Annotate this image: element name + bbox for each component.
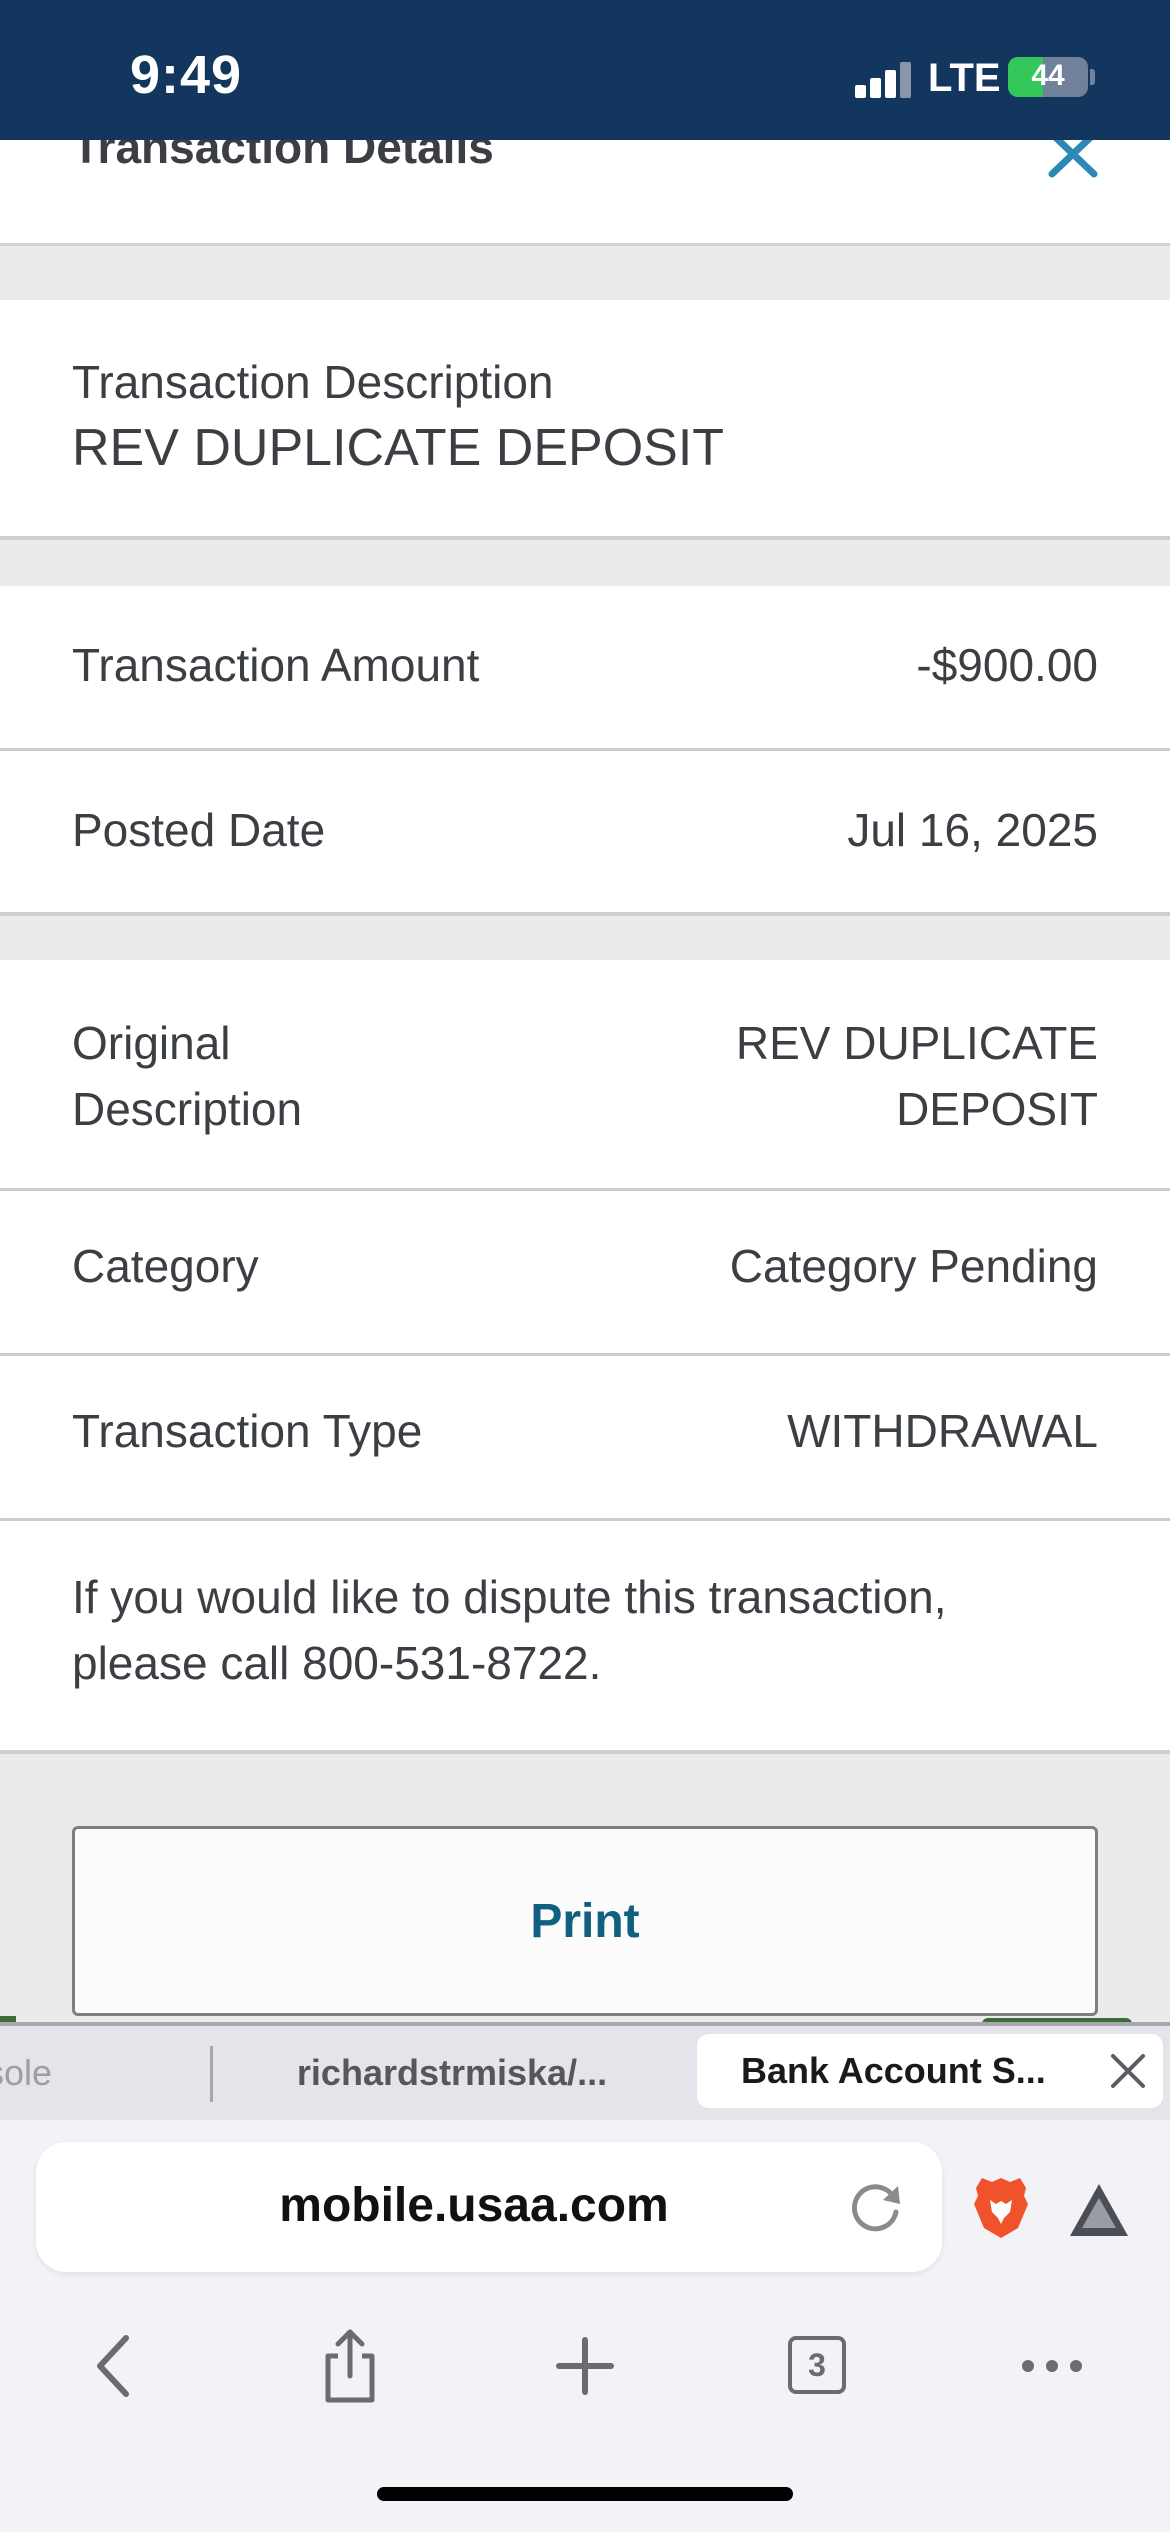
status-time: 9:49: [130, 45, 243, 105]
original-description-label-line1: Original: [72, 1017, 231, 1069]
posted-date-value: Jul 16, 2025: [847, 804, 1098, 856]
brave-rewards-button[interactable]: [1066, 2180, 1132, 2240]
row-divider: [0, 1518, 1170, 1521]
share-icon: [325, 2329, 375, 2403]
home-indicator[interactable]: [377, 2487, 793, 2501]
print-button[interactable]: Print: [72, 1826, 1098, 2016]
browser-tab[interactable]: richardstrmiska/...: [212, 2026, 692, 2120]
original-description-label-line2: Description: [72, 1083, 303, 1135]
back-button[interactable]: [76, 2326, 156, 2406]
page-title: Transaction Details: [72, 140, 494, 173]
close-button[interactable]: [1044, 140, 1104, 190]
browser-tab-label: Bank Account S...: [741, 2050, 1046, 2091]
reload-button[interactable]: [846, 2176, 906, 2236]
more-menu-button[interactable]: [1012, 2326, 1092, 2406]
browser-tab-active[interactable]: Bank Account S...: [697, 2034, 1163, 2108]
transaction-amount-row: Transaction Amount -$900.00: [0, 586, 1170, 748]
transaction-details-header: Transaction Details: [0, 140, 1170, 246]
tab-switcher-button[interactable]: 3: [778, 2326, 858, 2406]
ellipsis-icon: [1022, 2360, 1082, 2372]
tab-count: 3: [788, 2336, 846, 2394]
browser-tab-label: sole: [0, 2052, 53, 2093]
original-description-value-line1: REV DUPLICATE: [735, 1017, 1098, 1069]
category-value: Category Pending: [729, 1240, 1098, 1292]
plus-icon: [556, 2337, 614, 2395]
transaction-amount-value: -$900.00: [916, 639, 1098, 691]
battery-level: 44: [1031, 59, 1065, 92]
reload-icon: [851, 2184, 900, 2232]
close-tab-icon: [1111, 2054, 1145, 2088]
status-bar: 9:49 LTE 44: [0, 0, 1170, 140]
posted-date-row: Posted Date Jul 16, 2025: [0, 751, 1170, 912]
brave-lion-icon: [974, 2178, 1028, 2238]
dispute-notice: If you would like to dispute this transa…: [72, 1564, 1112, 1696]
share-button[interactable]: [310, 2326, 390, 2406]
close-icon: [1048, 140, 1098, 178]
dispute-notice-line1: If you would like to dispute this transa…: [72, 1571, 947, 1623]
browser-toolbar: mobile.usaa.com 3: [0, 2120, 1170, 2532]
brave-shields-button[interactable]: [972, 2174, 1030, 2240]
category-row: Category Category Pending: [0, 1191, 1170, 1353]
transaction-type-label: Transaction Type: [72, 1405, 423, 1457]
browser-tab-strip: sole richardstrmiska/... Bank Account S.…: [0, 2022, 1170, 2120]
dispute-notice-line2: please call 800-531-8722.: [72, 1637, 602, 1689]
transaction-amount-label: Transaction Amount: [72, 639, 480, 691]
transaction-type-row: Transaction Type WITHDRAWAL: [0, 1356, 1170, 1518]
battery-cap: [1090, 69, 1095, 85]
chevron-left-icon: [97, 2335, 129, 2397]
transaction-description-value: REV DUPLICATE DEPOSIT: [72, 419, 725, 477]
network-type: LTE: [928, 56, 1001, 100]
posted-date-label: Posted Date: [72, 804, 326, 856]
close-tab-button[interactable]: [1107, 2050, 1149, 2092]
cellular-signal-icon: [855, 58, 915, 98]
address-bar[interactable]: mobile.usaa.com: [36, 2142, 942, 2272]
browser-tab[interactable]: sole: [0, 2026, 210, 2120]
category-label: Category: [72, 1240, 259, 1292]
transaction-description-label: Transaction Description: [72, 356, 554, 408]
rewards-triangle-icon: [1070, 2184, 1128, 2236]
browser-tab-label: richardstrmiska/...: [296, 2052, 608, 2093]
new-tab-button[interactable]: [545, 2326, 625, 2406]
transaction-type-value: WITHDRAWAL: [787, 1405, 1098, 1457]
battery-icon: 44: [1008, 57, 1088, 97]
original-description-row: Original Description REV DUPLICATE DEPOS…: [0, 960, 1170, 1188]
amount-date-card: Transaction Amount -$900.00 Posted Date …: [0, 586, 1170, 916]
url-text: mobile.usaa.com: [279, 2179, 669, 2232]
description-card: Transaction Description REV DUPLICATE DE…: [0, 300, 1170, 540]
original-description-value-line2: DEPOSIT: [896, 1083, 1098, 1135]
